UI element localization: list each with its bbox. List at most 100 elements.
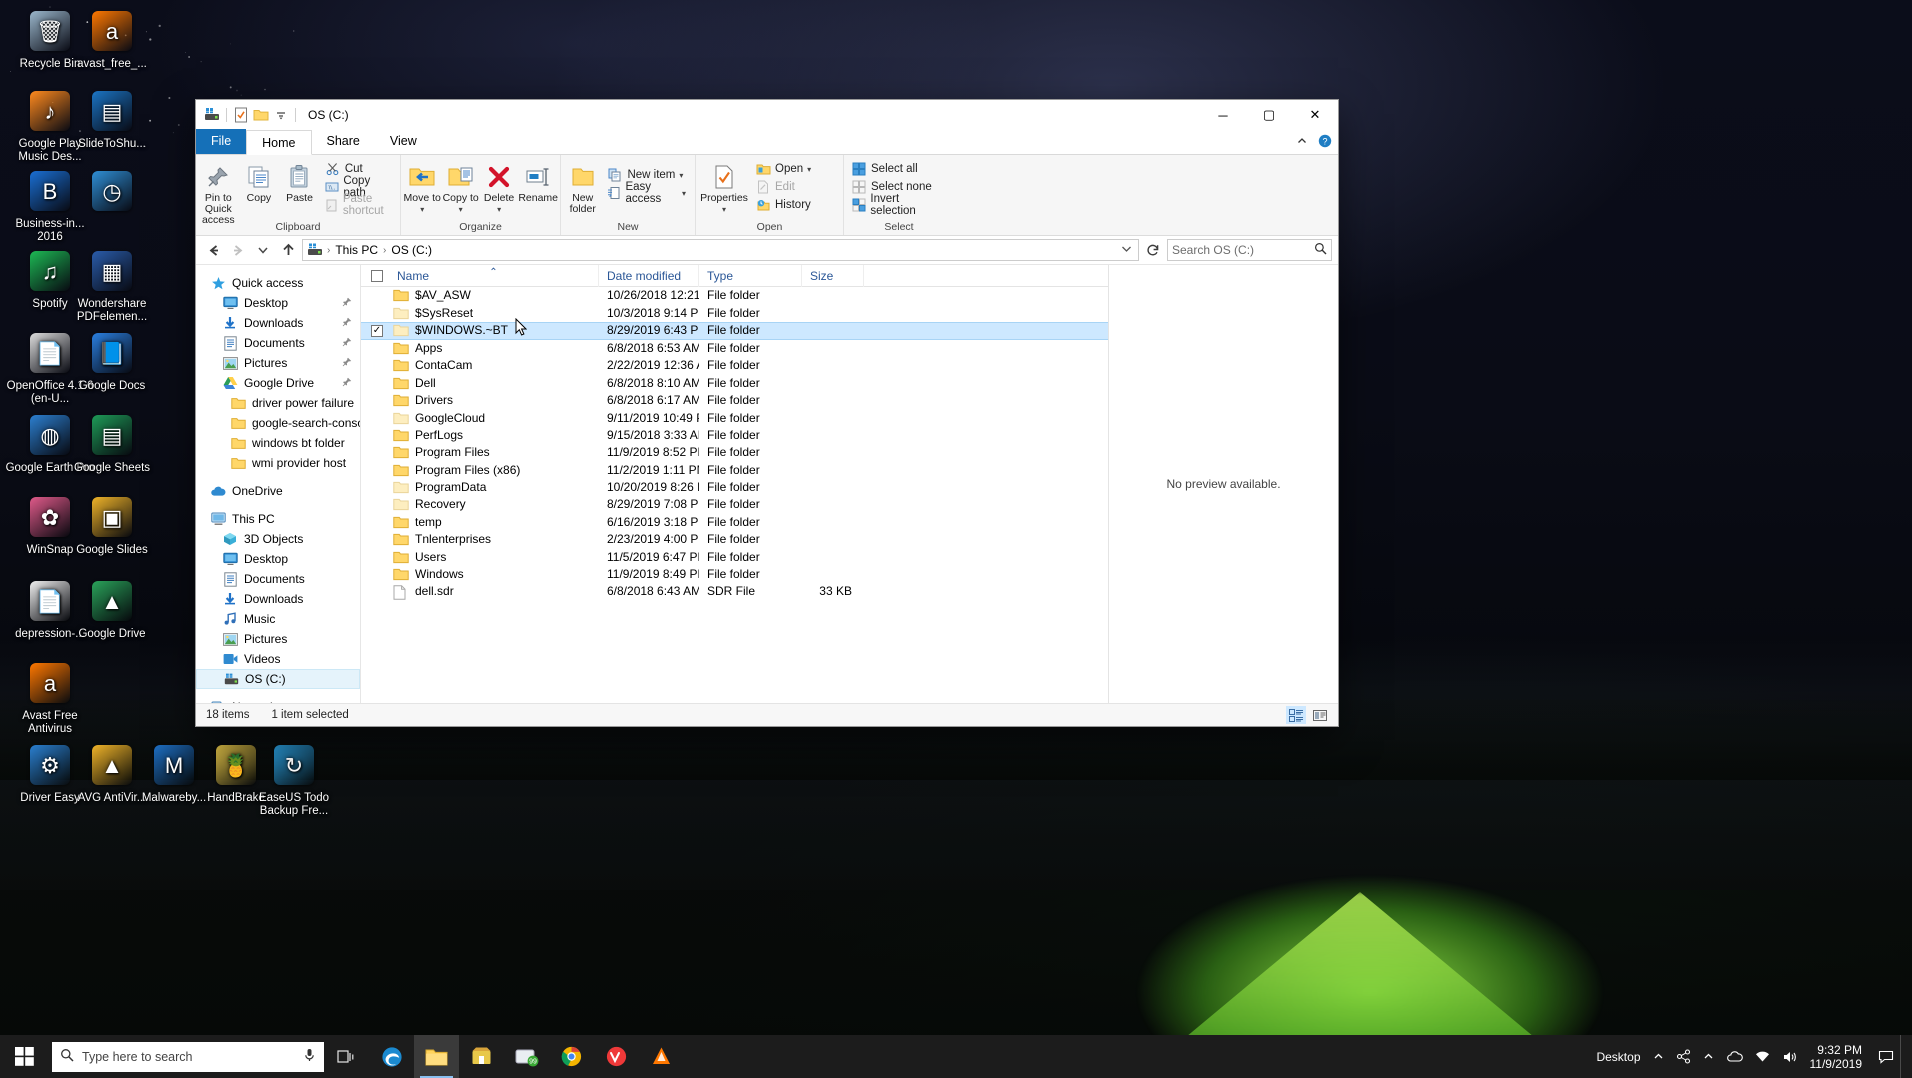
file-list-pane[interactable]: ⌃ Name Date modified Type Size $AV_ASW 10… — [361, 264, 1108, 703]
row-checkbox[interactable] — [361, 479, 389, 496]
header-checkbox[interactable] — [371, 269, 383, 282]
taskbar-avast-icon[interactable] — [639, 1035, 684, 1078]
sidebar-item-music[interactable]: Music — [196, 609, 360, 629]
network-tray-icon[interactable] — [1749, 1050, 1776, 1063]
file-name-cell[interactable]: Apps — [389, 340, 599, 357]
desktop-icon-google-docs-icon[interactable]: 📘 Google Docs — [66, 330, 158, 393]
table-row[interactable]: Tnlenterprises 2/23/2019 4:00 PM File fold… — [361, 531, 1108, 548]
row-checkbox[interactable]: ✓ — [361, 322, 389, 339]
open-button[interactable]: Open ▾ — [752, 160, 814, 178]
new-item-caret-icon[interactable]: ▾ — [679, 171, 683, 180]
explorer-drive-icon[interactable] — [202, 105, 222, 125]
show-desktop-button[interactable] — [1900, 1035, 1908, 1078]
table-row[interactable]: Program Files 11/9/2019 8:52 PM File folde… — [361, 444, 1108, 461]
table-row[interactable]: GoogleCloud 9/11/2019 10:49 PM File folder — [361, 409, 1108, 426]
table-row[interactable]: Windows 11/9/2019 8:49 PM File folder — [361, 566, 1108, 583]
file-name-cell[interactable]: Tnlenterprises — [389, 531, 599, 548]
desktop-icon-google-drive-icon[interactable]: ▲ Google Drive — [66, 578, 158, 641]
onedrive-tray-icon[interactable] — [1720, 1050, 1749, 1063]
edit-button[interactable]: Edit — [752, 178, 814, 196]
row-checkbox[interactable] — [361, 305, 389, 322]
file-name-cell[interactable]: $AV_ASW — [389, 287, 599, 304]
address-bar-row[interactable]: › This PC › OS (C:) Search OS (C:) — [196, 236, 1338, 264]
row-checkbox[interactable] — [361, 357, 389, 374]
row-checkbox[interactable] — [361, 444, 389, 461]
sidebar-item-documents[interactable]: Documents — [196, 333, 360, 353]
pin-icon[interactable] — [342, 357, 352, 370]
table-row[interactable]: Recovery 8/29/2019 7:08 PM File folder — [361, 496, 1108, 513]
desktop-icon-google-slides-icon[interactable]: ▣ Google Slides — [66, 494, 158, 557]
tab-home[interactable]: Home — [246, 130, 312, 155]
file-name-cell[interactable]: $WINDOWS.~BT — [389, 322, 599, 339]
table-row[interactable]: dell.sdr 6/8/2018 6:43 AM SDR File 33 KB — [361, 583, 1108, 601]
help-icon[interactable]: ? — [1318, 134, 1332, 151]
sidebar-item-desktop[interactable]: Desktop — [196, 549, 360, 569]
chevron-down-icon[interactable] — [1121, 243, 1132, 257]
desktop-icon-avast-antivirus-icon[interactable]: a Avast Free Antivirus — [4, 660, 96, 736]
file-name-cell[interactable]: Program Files — [389, 444, 599, 461]
search-input[interactable]: Search OS (C:) — [1172, 243, 1314, 257]
invert-selection-button[interactable]: Invert selection — [848, 193, 948, 217]
taskbar-vivaldi-icon[interactable] — [594, 1035, 639, 1078]
tab-file[interactable]: File — [196, 129, 247, 154]
copy-to-button[interactable]: Copy to ▾ — [441, 158, 479, 215]
taskbar-chrome-icon[interactable] — [549, 1035, 594, 1078]
column-header-size[interactable]: Size — [802, 264, 864, 287]
paste-shortcut-button[interactable]: Paste shortcut — [322, 193, 394, 217]
pin-to-quick-access-button[interactable]: Pin to Quick access — [198, 158, 239, 226]
row-checkbox[interactable] — [361, 375, 389, 392]
sidebar-item-pictures[interactable]: Pictures — [196, 353, 360, 373]
taskbar-99-icon[interactable]: 99 — [504, 1035, 549, 1078]
move-to-button[interactable]: Move to ▾ — [403, 158, 441, 215]
search-icon[interactable] — [1314, 242, 1327, 258]
file-name-cell[interactable]: Windows — [389, 566, 599, 583]
file-name-cell[interactable]: Program Files (x86) — [389, 462, 599, 479]
chevron-up-icon[interactable] — [1296, 135, 1308, 150]
desktop-icon-avast-icon[interactable]: a avast_free_... — [66, 8, 158, 71]
column-header-date[interactable]: Date modified — [599, 264, 699, 287]
new-folder-icon[interactable] — [251, 105, 271, 125]
easy-access-button[interactable]: Easy access ▾ — [604, 181, 689, 205]
ribbon[interactable]: Pin to Quick access Copy Paste Cut \\.. … — [196, 155, 1338, 236]
easy-access-caret-icon[interactable]: ▾ — [682, 189, 686, 198]
table-row[interactable]: $AV_ASW 10/26/2018 12:21 ... File folder — [361, 287, 1108, 304]
customize-dropdown-icon[interactable] — [271, 105, 291, 125]
desktop-icon-slidetoshutdown-icon[interactable]: ▤ SlideToShu... — [66, 88, 158, 151]
pin-icon[interactable] — [342, 377, 352, 390]
row-checkbox[interactable] — [361, 549, 389, 566]
row-checkbox[interactable] — [361, 514, 389, 531]
file-name-cell[interactable]: Recovery — [389, 496, 599, 513]
file-name-cell[interactable]: dell.sdr — [389, 583, 599, 601]
properties-caret-icon[interactable]: ▾ — [722, 204, 726, 215]
share-icon[interactable] — [1670, 1049, 1697, 1064]
taskbar-edge-icon[interactable] — [369, 1035, 414, 1078]
history-button[interactable]: History — [752, 196, 814, 214]
sidebar-item-driver-power-failure[interactable]: driver power failure — [196, 393, 360, 413]
new-folder-button[interactable]: New folder — [563, 158, 602, 215]
sidebar-item-wmi-provider-host[interactable]: wmi provider host — [196, 453, 360, 473]
volume-icon[interactable] — [1776, 1050, 1804, 1064]
checkbox-checked[interactable]: ✓ — [371, 324, 383, 337]
sidebar-item-documents[interactable]: Documents — [196, 569, 360, 589]
ribbon-tab-strip[interactable]: File Home Share View ? — [196, 129, 1338, 155]
tray-desktop-label[interactable]: Desktop — [1590, 1050, 1646, 1064]
sidebar-item-quick-access[interactable]: Quick access — [196, 273, 360, 293]
sidebar-item-windows-bt-folder[interactable]: windows bt folder — [196, 433, 360, 453]
back-arrow-icon[interactable] — [202, 239, 224, 261]
sidebar-item-google-drive[interactable]: Google Drive — [196, 373, 360, 393]
clock[interactable]: 9:32 PM 11/9/2019 — [1804, 1043, 1873, 1071]
action-center-icon[interactable] — [1872, 1049, 1900, 1064]
table-row[interactable]: Apps 6/8/2018 6:53 AM File folder — [361, 340, 1108, 357]
table-row[interactable]: Drivers 6/8/2018 6:17 AM File folder — [361, 392, 1108, 409]
sidebar-item-3d-objects[interactable]: 3D Objects — [196, 529, 360, 549]
table-row[interactable]: Users 11/5/2019 6:47 PM File folder — [361, 548, 1108, 565]
sidebar-item-desktop[interactable]: Desktop — [196, 293, 360, 313]
table-row[interactable]: PerfLogs 9/15/2018 3:33 AM File folder — [361, 427, 1108, 444]
file-name-cell[interactable]: $SysReset — [389, 305, 599, 322]
taskbar[interactable]: Type here to search 99 Desktop 9:32 PM 1… — [0, 1035, 1912, 1078]
table-row[interactable]: ProgramData 10/20/2019 8:26 PM File folder — [361, 479, 1108, 496]
file-name-cell[interactable]: PerfLogs — [389, 427, 599, 444]
chevron-up-overflow-icon[interactable] — [1647, 1051, 1670, 1062]
details-view-icon[interactable] — [1286, 706, 1306, 724]
copy-button[interactable]: Copy — [239, 158, 280, 204]
